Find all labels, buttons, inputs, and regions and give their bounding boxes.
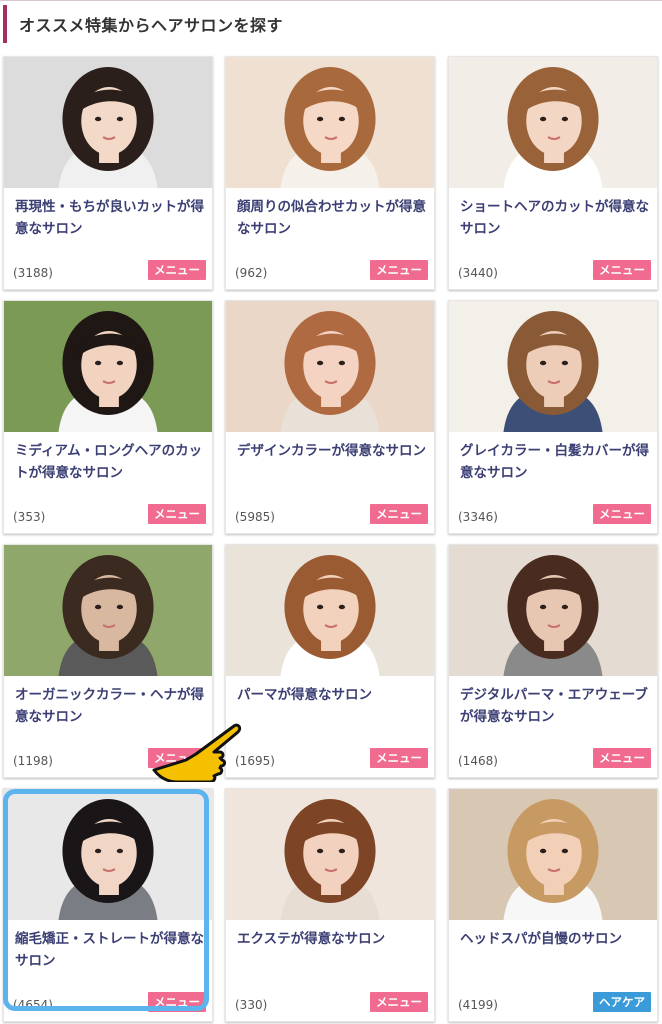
header-accent-bar [3,5,7,43]
menu-button[interactable]: メニュー [148,992,206,1012]
feature-card[interactable]: パーマが得意なサロン (1695) メニュー [225,544,435,778]
feature-card[interactable]: ミディアム・ロングヘアのカットが得意なサロン (353) メニュー [3,300,213,534]
section-header: オススメ特集からヘアサロンを探す [0,5,662,43]
feature-photo[interactable] [226,301,434,432]
pointing-hand-icon [152,723,242,782]
feature-card[interactable]: グレイカラー・白髪カバーが得意なサロン (3346) メニュー [448,300,658,534]
section-title: オススメ特集からヘアサロンを探す [19,16,284,35]
feature-photo[interactable] [226,545,434,676]
feature-label[interactable]: デザインカラーが得意なサロン [237,440,427,462]
menu-button[interactable]: メニュー [593,748,651,768]
salon-count: (1198) [13,754,53,768]
feature-card[interactable]: エクステが得意なサロン (330) メニュー [225,788,435,1022]
salon-count: (330) [235,998,268,1012]
feature-card[interactable]: デジタルパーマ・エアウェーブが得意なサロン (1468) メニュー [448,544,658,778]
salon-count: (353) [13,510,46,524]
menu-button[interactable]: メニュー [370,260,428,280]
feature-photo[interactable] [449,545,657,676]
salon-count: (4199) [458,998,498,1012]
feature-label[interactable]: ミディアム・ロングヘアのカットが得意なサロン [15,440,205,484]
salon-count: (3440) [458,266,498,280]
menu-button[interactable]: メニュー [370,748,428,768]
salon-count: (1468) [458,754,498,768]
salon-count: (4654) [13,998,53,1012]
feature-photo[interactable] [4,789,212,920]
feature-card[interactable]: 顔周りの似合わせカットが得意なサロン (962) メニュー [225,56,435,290]
feature-label[interactable]: エクステが得意なサロン [237,928,427,950]
menu-button[interactable]: メニュー [370,504,428,524]
feature-card[interactable]: 縮毛矯正・ストレートが得意なサロン (4654) メニュー [3,788,213,1022]
top-rule [0,0,662,1]
salon-count: (3346) [458,510,498,524]
menu-button[interactable]: メニュー [148,504,206,524]
feature-photo[interactable] [4,57,212,188]
feature-label[interactable]: 顔周りの似合わせカットが得意なサロン [237,196,427,240]
feature-label[interactable]: パーマが得意なサロン [237,684,427,706]
salon-count: (5985) [235,510,275,524]
feature-label[interactable]: ショートヘアのカットが得意なサロン [460,196,650,240]
feature-card[interactable]: 再現性・もちが良いカットが得意なサロン (3188) メニュー [3,56,213,290]
salon-count: (3188) [13,266,53,280]
feature-photo[interactable] [4,301,212,432]
menu-button[interactable]: メニュー [370,992,428,1012]
menu-button[interactable]: メニュー [148,260,206,280]
feature-photo[interactable] [449,57,657,188]
feature-label[interactable]: ヘッドスパが自慢のサロン [460,928,650,950]
feature-photo[interactable] [226,789,434,920]
feature-card[interactable]: ヘッドスパが自慢のサロン (4199) ヘアケア [448,788,658,1022]
feature-label[interactable]: グレイカラー・白髪カバーが得意なサロン [460,440,650,484]
menu-button[interactable]: メニュー [593,260,651,280]
feature-label[interactable]: 縮毛矯正・ストレートが得意なサロン [15,928,205,972]
feature-photo[interactable] [449,789,657,920]
haircare-button[interactable]: ヘアケア [593,992,651,1012]
feature-label[interactable]: デジタルパーマ・エアウェーブが得意なサロン [460,684,650,728]
feature-label[interactable]: 再現性・もちが良いカットが得意なサロン [15,196,205,240]
menu-button[interactable]: メニュー [593,504,651,524]
salon-count: (962) [235,266,268,280]
feature-card[interactable]: ショートヘアのカットが得意なサロン (3440) メニュー [448,56,658,290]
feature-photo[interactable] [449,301,657,432]
feature-photo[interactable] [4,545,212,676]
feature-photo[interactable] [226,57,434,188]
feature-card[interactable]: デザインカラーが得意なサロン (5985) メニュー [225,300,435,534]
